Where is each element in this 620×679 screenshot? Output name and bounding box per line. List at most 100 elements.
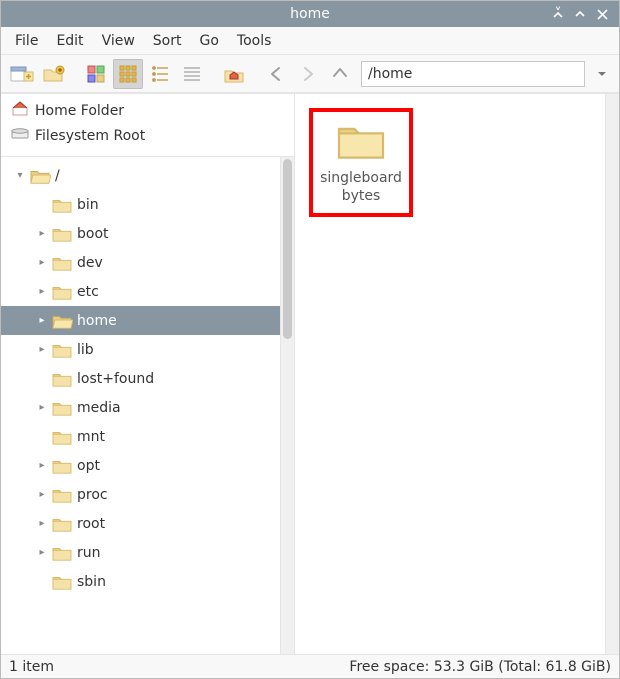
tree-item-media[interactable]: ▸ media [1,393,280,422]
file-item-singleboardbytes[interactable]: singleboardbytes [309,108,413,217]
tree-root[interactable]: ▾/ [1,161,280,190]
titlebar: home ˅ [1,1,619,27]
expand-icon[interactable]: ▸ [37,547,47,558]
close-button[interactable] [591,3,613,25]
home-icon [11,101,29,121]
directory-tree[interactable]: ▾/bin▸boot▸dev▸etc▸home▸liblost+found▸me… [1,157,280,654]
menu-file[interactable]: File [7,29,46,53]
folder-icon [51,312,73,330]
place-filesystem-root[interactable]: Filesystem Root [5,124,292,148]
place-home-label: Home Folder [35,103,124,119]
tree-item-boot[interactable]: ▸ boot [1,219,280,248]
tree-item-etc[interactable]: ▸ etc [1,277,280,306]
folder-icon [29,167,51,185]
tree-item-label: lost+found [77,371,154,387]
new-tab-button[interactable] [7,59,37,89]
places-pane: Home Folder Filesystem Root [1,94,294,157]
expand-icon[interactable]: ▸ [37,518,47,529]
folder-icon [51,254,73,272]
tree-item-label: mnt [77,429,105,445]
folder-icon [51,486,73,504]
folder-icon [51,370,73,388]
file-item-label: singleboardbytes [320,170,402,205]
tree-item-label: home [77,313,117,329]
folder-icon [51,225,73,243]
nav-up-button[interactable] [325,59,355,89]
menu-sort[interactable]: Sort [145,29,190,53]
tree-item-dev[interactable]: ▸ dev [1,248,280,277]
tree-item-label: sbin [77,574,106,590]
menubar: File Edit View Sort Go Tools [1,27,619,55]
tree-item-label: bin [77,197,99,213]
path-history-dropdown[interactable] [591,69,613,79]
tree-item-label: media [77,400,121,416]
expand-icon[interactable]: ▸ [37,286,47,297]
expand-icon[interactable]: ▸ [37,228,47,239]
tree-item-label: run [77,545,101,561]
menu-go[interactable]: Go [192,29,227,53]
place-home-folder[interactable]: Home Folder [5,98,292,124]
view-icons-large-button[interactable] [81,59,111,89]
folder-icon [51,544,73,562]
tree-item-lost-found[interactable]: lost+found [1,364,280,393]
view-compact-button[interactable] [145,59,175,89]
menu-edit[interactable]: Edit [48,29,91,53]
expand-icon[interactable]: ▸ [37,402,47,413]
folder-icon [51,341,73,359]
path-text: /home [368,66,412,82]
maximize-button[interactable] [569,3,591,25]
tree-item-label: root [77,516,105,532]
collapse-icon[interactable]: ▾ [15,170,25,181]
expand-icon[interactable]: ▸ [37,315,47,326]
statusbar: 1 item Free space: 53.3 GiB (Total: 61.8… [1,654,619,678]
tree-item-label: dev [77,255,103,271]
tree-root-label: / [55,168,60,184]
tree-item-run[interactable]: ▸ run [1,538,280,567]
view-list-button[interactable] [177,59,207,89]
folder-icon [51,196,73,214]
window-controls: ˅ [547,3,619,25]
folder-icon [51,283,73,301]
tree-scrollbar[interactable] [280,157,294,654]
toolbar: /home [1,55,619,93]
tree-item-label: boot [77,226,109,242]
tree-item-home[interactable]: ▸ home [1,306,280,335]
tree-item-lib[interactable]: ▸ lib [1,335,280,364]
status-item-count: 1 item [9,659,54,675]
view-icons-button[interactable] [113,59,143,89]
folder-icon [51,457,73,475]
tree-item-root[interactable]: ▸ root [1,509,280,538]
folder-icon [51,399,73,417]
folder-icon [51,515,73,533]
tree-item-label: lib [77,342,94,358]
tree-item-mnt[interactable]: mnt [1,422,280,451]
window-title: home [1,6,619,22]
minimize-button[interactable]: ˅ [547,3,569,25]
place-root-label: Filesystem Root [35,128,145,144]
tree-item-proc[interactable]: ▸proc [1,480,280,509]
tree-scroll-thumb[interactable] [283,159,292,339]
menu-view[interactable]: View [94,29,143,53]
expand-icon[interactable]: ▸ [37,344,47,355]
nav-forward-button[interactable] [293,59,323,89]
folder-icon [51,573,73,591]
folder-icon [51,428,73,446]
status-free-space: Free space: 53.3 GiB (Total: 61.8 GiB) [349,659,611,675]
new-folder-button[interactable] [39,59,69,89]
path-entry[interactable]: /home [361,61,585,87]
nav-back-button[interactable] [261,59,291,89]
drive-icon [11,127,29,145]
tree-item-opt[interactable]: ▸ opt [1,451,280,480]
tree-item-sbin[interactable]: sbin [1,567,280,596]
expand-icon[interactable]: ▸ [37,460,47,471]
content-scrollbar[interactable] [605,94,619,654]
tree-item-bin[interactable]: bin [1,190,280,219]
content-pane[interactable]: singleboardbytes [295,94,619,654]
go-home-button[interactable] [219,59,249,89]
tree-item-label: opt [77,458,100,474]
tree-item-label: etc [77,284,99,300]
expand-icon[interactable]: ▸ [37,489,47,500]
folder-icon [334,118,388,166]
expand-icon[interactable]: ▸ [37,257,47,268]
menu-tools[interactable]: Tools [229,29,280,53]
